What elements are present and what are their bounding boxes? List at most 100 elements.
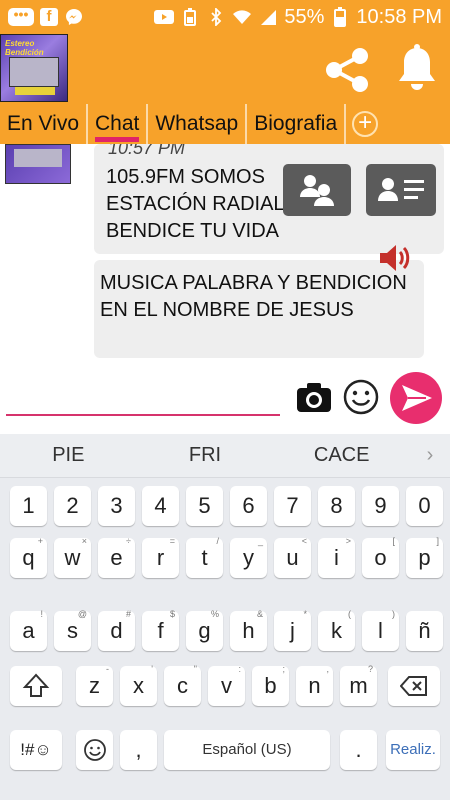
key-r[interactable]: = r [142, 536, 179, 578]
send-button[interactable] [390, 372, 442, 424]
bell-icon [399, 44, 435, 90]
space-key[interactable]: Español (US) [164, 730, 330, 770]
suggestion-item[interactable]: CACE [273, 444, 410, 467]
plus-icon: + [358, 109, 373, 136]
suggestion-bar: PIE FRI CACE › [0, 434, 450, 478]
done-key[interactable]: Realiz. [386, 730, 440, 770]
key-p[interactable]: ] p [406, 536, 443, 578]
key-w[interactable]: × w [54, 536, 91, 578]
key-e[interactable]: ÷ e [98, 536, 135, 578]
logo-banner [15, 87, 55, 95]
add-tab-button[interactable]: + [352, 109, 379, 137]
key-2[interactable]: 2 [54, 486, 91, 526]
speaker-icon [380, 245, 410, 271]
camera-icon [297, 383, 331, 412]
suggestion-item[interactable]: PIE [0, 444, 137, 467]
battery-icon [330, 7, 350, 27]
key-6[interactable]: 6 [230, 486, 267, 526]
key-y[interactable]: _ y [230, 536, 267, 578]
wifi-icon [232, 8, 252, 26]
backspace-key[interactable] [388, 666, 440, 706]
messenger-icon [64, 8, 84, 26]
key-m[interactable]: ? m [340, 664, 377, 706]
key-u[interactable]: < u [274, 536, 311, 578]
key-i[interactable]: > i [318, 536, 355, 578]
key-t[interactable]: / t [186, 536, 223, 578]
symbols-key[interactable]: !#☺ [10, 730, 62, 770]
youtube-icon [154, 8, 175, 26]
key-s[interactable]: @ s [54, 609, 91, 651]
key-5[interactable]: 5 [186, 486, 223, 526]
key-n-tilde[interactable]: ñ [406, 611, 443, 651]
chevron-right-icon[interactable]: › [410, 444, 450, 467]
smiley-icon [343, 379, 379, 415]
battery-percent: 55% [284, 5, 325, 28]
app-bar: Estereo Bendición [0, 34, 450, 104]
key-8[interactable]: 8 [318, 486, 355, 526]
facebook-icon: f [40, 8, 58, 26]
emoji-button[interactable] [342, 378, 380, 416]
group-icon [300, 175, 334, 206]
bluetooth-icon [206, 8, 226, 26]
number-row: 1 2 3 4 5 6 7 8 9 0 [0, 486, 450, 538]
keyboard-row-4: !#☺ , Español (US) . Realiz. [0, 730, 450, 782]
period-key[interactable]: . [340, 730, 377, 770]
clock: 10:58 PM [356, 5, 442, 28]
key-q[interactable]: + q [10, 536, 47, 578]
notifications-button[interactable] [394, 44, 440, 94]
key-x[interactable]: ' x [120, 664, 157, 706]
key-b[interactable]: ; b [252, 664, 289, 706]
share-icon [326, 48, 368, 92]
key-4[interactable]: 4 [142, 486, 179, 526]
tab-en-vivo[interactable]: En Vivo [0, 104, 88, 144]
message-composer [0, 372, 450, 434]
comma-key[interactable]: , [120, 730, 157, 770]
group-chat-button[interactable] [283, 164, 351, 216]
key-3[interactable]: 3 [98, 486, 135, 526]
key-o[interactable]: [o [362, 536, 399, 578]
key-n[interactable]: ,n [296, 664, 333, 706]
battery-saver-icon [180, 8, 200, 26]
keyboard-row-3: -z ' x " c :v ; b ,n ? m [0, 664, 450, 718]
smiley-icon [83, 739, 106, 761]
tab-whatsap[interactable]: Whatsap [148, 104, 248, 144]
tab-biografia[interactable]: Biografia [247, 104, 347, 144]
key-f[interactable]: $ f [142, 609, 179, 651]
logo-image [9, 57, 59, 87]
key-a[interactable]: ! a [10, 609, 47, 651]
camera-button[interactable] [296, 380, 332, 414]
tab-bar: En Vivo Chat Whatsap Biografia + [0, 104, 450, 144]
send-icon [402, 385, 432, 411]
shift-icon [22, 673, 50, 697]
key-l[interactable]: ) l [362, 609, 399, 651]
key-1[interactable]: 1 [10, 486, 47, 526]
key-0[interactable]: 0 [406, 486, 443, 526]
key-d[interactable]: # d [98, 609, 135, 651]
key-7[interactable]: 7 [274, 486, 311, 526]
contact-card-button[interactable] [366, 164, 436, 216]
logo-text: Estereo Bendición [5, 39, 44, 57]
message-time: 10:57 PM [108, 144, 186, 158]
message-input[interactable] [6, 380, 280, 416]
share-button[interactable] [322, 46, 372, 94]
tab-chat[interactable]: Chat [88, 104, 149, 144]
emoji-key[interactable] [76, 730, 113, 770]
system-icons: 55% 10:58 PM [154, 6, 442, 29]
key-c[interactable]: " c [164, 664, 201, 706]
shift-key[interactable] [10, 666, 62, 706]
key-z[interactable]: -z [76, 664, 113, 706]
keyboard-row-1: + q × w ÷ e = r / t _ y < u > i [o ] p [0, 536, 450, 590]
suggestion-item[interactable]: FRI [137, 444, 274, 467]
contact-card-icon [378, 178, 424, 201]
key-g[interactable]: % g [186, 609, 223, 651]
key-j[interactable]: * j [274, 609, 311, 651]
key-9[interactable]: 9 [362, 486, 399, 526]
station-logo[interactable]: Estereo Bendición [0, 34, 68, 102]
key-h[interactable]: & h [230, 609, 267, 651]
backspace-icon [399, 676, 427, 696]
sender-avatar [5, 144, 71, 184]
keyboard-row-2: ! a @ s # d $ f % g & h * j (k ) l ñ [0, 609, 450, 663]
key-k[interactable]: (k [318, 609, 355, 651]
key-v[interactable]: :v [208, 664, 245, 706]
audio-button[interactable] [378, 242, 414, 274]
